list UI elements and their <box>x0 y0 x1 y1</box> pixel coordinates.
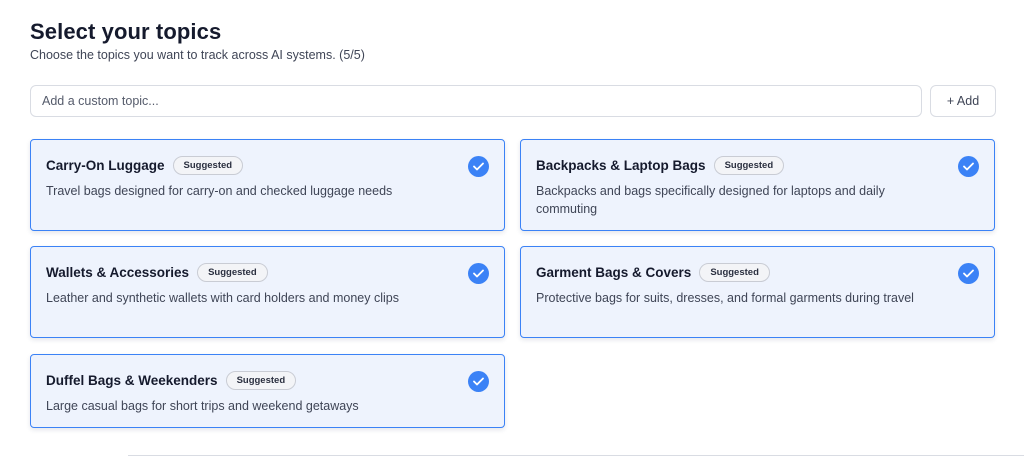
suggested-badge: Suggested <box>225 371 297 390</box>
topic-card-carry-on-luggage[interactable]: Carry-On Luggage Suggested Travel bags d… <box>30 139 505 231</box>
topic-description: Travel bags designed for carry-on and ch… <box>46 184 393 198</box>
bottom-divider <box>128 455 1024 456</box>
topic-card-backpacks-laptop-bags[interactable]: Backpacks & Laptop Bags Suggested Backpa… <box>520 139 995 231</box>
topic-card-garment-bags-covers[interactable]: Garment Bags & Covers Suggested Protecti… <box>520 246 995 338</box>
topic-description: Large casual bags for short trips and we… <box>46 399 359 413</box>
topic-description: Backpacks and bags specifically designed… <box>536 184 885 216</box>
topic-selection-page: Select your topics Choose the topics you… <box>0 0 1024 458</box>
custom-topic-input[interactable] <box>30 85 922 117</box>
topic-title: Carry-On Luggage <box>46 158 165 173</box>
page-title: Select your topics <box>30 19 222 44</box>
check-icon[interactable] <box>468 263 489 284</box>
suggested-badge: Suggested <box>699 263 770 282</box>
topic-description: Protective bags for suits, dresses, and … <box>536 291 914 305</box>
topic-description: Leather and synthetic wallets with card … <box>46 291 399 305</box>
suggested-badge: Suggested <box>713 156 785 175</box>
check-icon[interactable] <box>468 371 489 392</box>
topic-card-duffel-bags-weekenders[interactable]: Duffel Bags & Weekenders Suggested Large… <box>30 354 505 428</box>
topic-title: Garment Bags & Covers <box>536 265 692 280</box>
check-icon[interactable] <box>958 156 979 177</box>
add-topic-button[interactable]: + Add <box>930 85 996 117</box>
topic-title: Wallets & Accessories <box>46 265 190 280</box>
check-icon[interactable] <box>468 156 489 177</box>
check-icon[interactable] <box>958 263 979 284</box>
topic-title: Duffel Bags & Weekenders <box>46 373 218 388</box>
topic-title: Backpacks & Laptop Bags <box>536 158 706 173</box>
suggested-badge: Suggested <box>172 156 244 175</box>
topic-card-wallets-accessories[interactable]: Wallets & Accessories Suggested Leather … <box>30 246 505 338</box>
page-subtitle: Choose the topics you want to track acro… <box>30 48 365 62</box>
suggested-badge: Suggested <box>197 263 268 282</box>
